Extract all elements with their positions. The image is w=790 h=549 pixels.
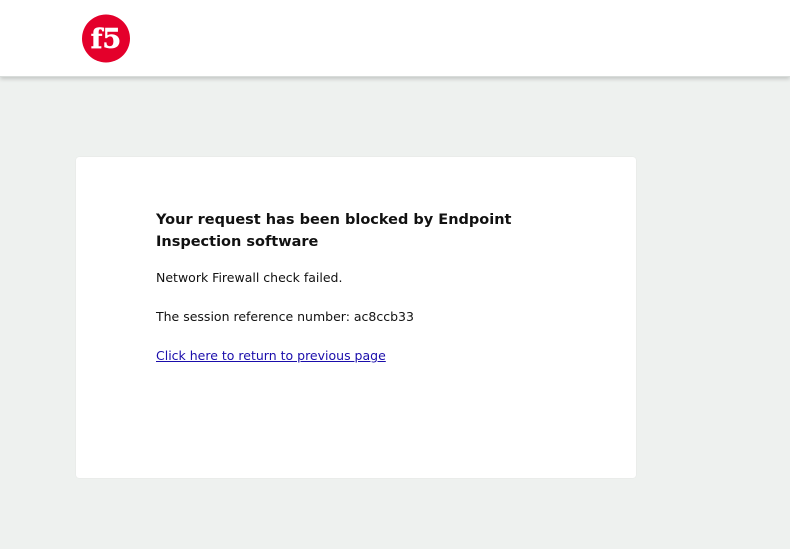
session-reference-number: ac8ccb33 (353, 309, 414, 324)
blocked-message-card: Your request has been blocked by Endpoin… (76, 157, 636, 478)
card-content: Your request has been blocked by Endpoin… (156, 209, 516, 364)
session-reference-label: The session reference number: (156, 309, 350, 324)
page-title: Your request has been blocked by Endpoin… (156, 212, 512, 250)
page-header: f5 (0, 0, 790, 77)
f5-logo-icon: f5 (82, 14, 130, 63)
session-reference: The session reference number: ac8ccb33 (156, 309, 516, 325)
f5-logo-text: f5 (91, 24, 121, 55)
return-link[interactable]: Click here to return to previous page (156, 348, 386, 364)
f5-logo: f5 (81, 14, 131, 63)
failure-message: Network Firewall check failed. (156, 270, 343, 285)
